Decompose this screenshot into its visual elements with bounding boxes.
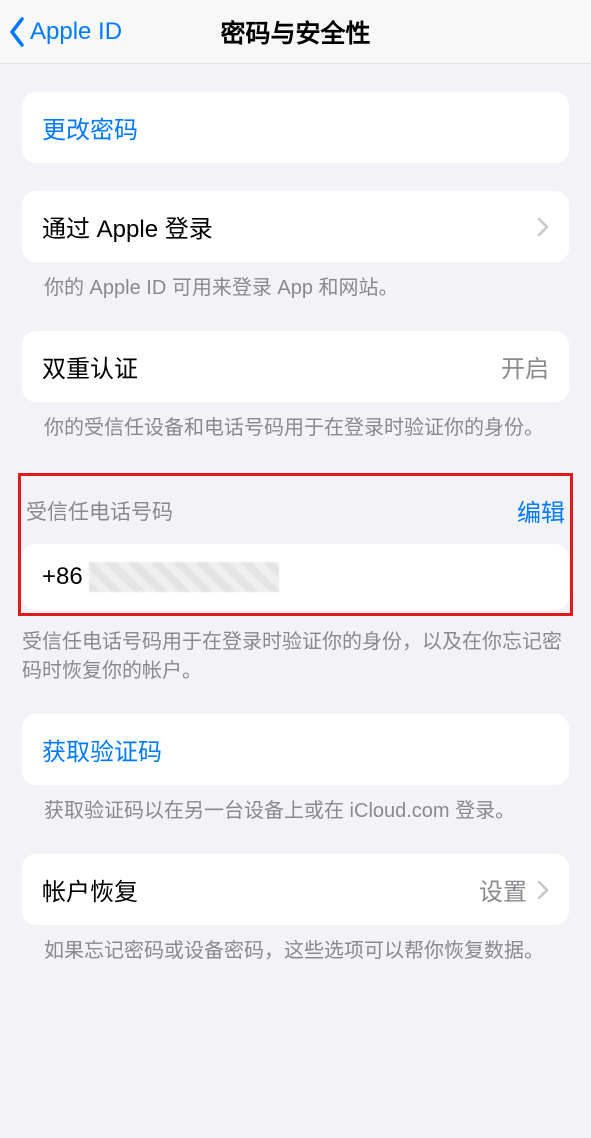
two-factor-value: 开启 (501, 349, 549, 384)
trusted-phone-footer: 受信任电话号码用于在登录时验证你的身份，以及在你忘记密码时恢复你的帐户。 (0, 616, 591, 686)
get-verification-code-row[interactable]: 获取验证码 (22, 714, 569, 785)
two-factor-label: 双重认证 (42, 349, 138, 384)
account-recovery-row[interactable]: 帐户恢复 设置 (22, 854, 569, 925)
trusted-phone-header: 受信任电话号码 (26, 496, 173, 526)
back-label: Apple ID (30, 18, 122, 46)
sign-in-with-apple-footer: 你的 Apple ID 可用来登录 App 和网站。 (22, 262, 569, 303)
get-verification-code-label: 获取验证码 (42, 732, 162, 767)
two-factor-footer: 你的受信任设备和电话号码用于在登录时验证你的身份。 (22, 402, 569, 443)
back-button[interactable]: Apple ID (0, 17, 122, 47)
account-recovery-footer: 如果忘记密码或设备密码，这些选项可以帮你恢复数据。 (22, 925, 569, 966)
chevron-right-icon (537, 880, 549, 900)
sign-in-with-apple-row[interactable]: 通过 Apple 登录 (22, 191, 569, 262)
get-verification-code-footer: 获取验证码以在另一台设备上或在 iCloud.com 登录。 (22, 785, 569, 826)
trusted-phone-redacted (89, 562, 279, 592)
trusted-phone-section: 受信任电话号码 编辑 +86 (22, 479, 569, 610)
sign-in-with-apple-label: 通过 Apple 登录 (42, 209, 213, 244)
chevron-right-icon (537, 217, 549, 237)
change-password-label: 更改密码 (42, 110, 138, 145)
change-password-row[interactable]: 更改密码 (22, 92, 569, 163)
chevron-left-icon (8, 17, 26, 47)
trusted-phone-prefix: +86 (42, 563, 83, 591)
trusted-phone-edit-button[interactable]: 编辑 (517, 493, 565, 528)
navigation-bar: Apple ID 密码与安全性 (0, 0, 591, 64)
account-recovery-label: 帐户恢复 (42, 872, 138, 907)
account-recovery-value: 设置 (479, 872, 527, 907)
content-area: 更改密码 通过 Apple 登录 你的 Apple ID 可用来登录 App 和… (0, 92, 591, 986)
two-factor-row[interactable]: 双重认证 开启 (22, 331, 569, 402)
trusted-phone-row[interactable]: +86 (22, 544, 569, 610)
